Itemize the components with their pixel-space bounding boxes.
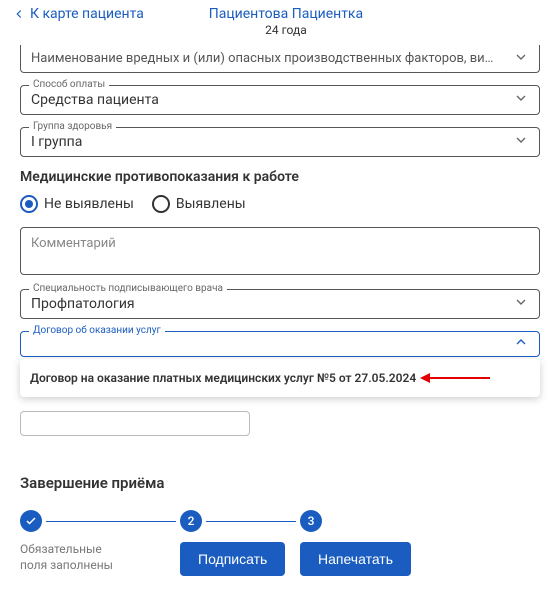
step-3-circle: 3 bbox=[300, 510, 322, 532]
sign-button[interactable]: Подписать bbox=[180, 542, 285, 576]
patient-name: Пациентова Пациентка bbox=[144, 6, 428, 22]
step-done-icon bbox=[20, 510, 42, 532]
comment-placeholder: Комментарий bbox=[31, 236, 116, 251]
contraindications-radio-group: Не выявлены Выявлены bbox=[20, 195, 540, 213]
health-group-value: I группа bbox=[31, 134, 529, 150]
health-group-select[interactable]: Группа здоровья I группа bbox=[20, 127, 540, 157]
contract-label: Договор об оказании услуг bbox=[29, 325, 165, 336]
patient-age: 24 года bbox=[144, 23, 428, 37]
health-group-label: Группа здоровья bbox=[29, 121, 116, 132]
radio-found[interactable]: Выявлены bbox=[152, 195, 246, 213]
chevron-down-icon bbox=[513, 49, 529, 69]
step-1: Обязательные поля заполнены bbox=[20, 510, 180, 573]
step-3: 3 Напечатать bbox=[300, 510, 411, 576]
contract-select-header[interactable]: Договор об оказании услуг bbox=[20, 331, 540, 357]
radio-unchecked-icon bbox=[152, 195, 170, 213]
back-to-patient-link[interactable]: К карте пациента bbox=[12, 6, 144, 22]
print-button[interactable]: Напечатать bbox=[300, 542, 411, 576]
steps-row: Обязательные поля заполнены 2 Подписать … bbox=[20, 510, 540, 576]
radio-found-label: Выявлены bbox=[176, 196, 246, 212]
payment-method-select[interactable]: Способ оплаты Средства пациента bbox=[20, 85, 540, 115]
patient-info: Пациентова Пациентка 24 года bbox=[144, 6, 428, 37]
chevron-down-icon bbox=[513, 294, 529, 314]
specialty-label: Специальность подписывающего врача bbox=[29, 283, 227, 294]
specialty-value: Профпатология bbox=[31, 296, 529, 312]
step-connector bbox=[206, 521, 296, 522]
harmful-factors-value: Наименование вредных и (или) опасных про… bbox=[31, 51, 501, 66]
step-2: 2 Подписать bbox=[180, 510, 300, 576]
contract-dropdown-list: Договор на оказание платных медицинских … bbox=[20, 359, 540, 397]
completion-section: Завершение приёма Обязательные поля запо… bbox=[20, 460, 540, 590]
back-label: К карте пациента bbox=[30, 6, 144, 22]
chevron-down-icon bbox=[513, 132, 529, 152]
radio-checked-icon bbox=[20, 195, 38, 213]
page-header: К карте пациента Пациентова Пациентка 24… bbox=[0, 0, 560, 45]
radio-not-found[interactable]: Не выявлены bbox=[20, 195, 134, 213]
radio-not-found-label: Не выявлены bbox=[44, 196, 134, 212]
comment-textarea[interactable]: Комментарий bbox=[20, 227, 540, 275]
doctor-specialty-select[interactable]: Специальность подписывающего врача Профп… bbox=[20, 289, 540, 319]
step-1-text: Обязательные поля заполнены bbox=[20, 542, 130, 573]
step-connector bbox=[46, 521, 176, 522]
chevron-up-icon bbox=[513, 334, 529, 354]
payment-label: Способ оплаты bbox=[29, 79, 109, 90]
obscured-field[interactable] bbox=[20, 411, 250, 436]
step-2-circle: 2 bbox=[180, 510, 202, 532]
harmful-factors-field[interactable]: Наименование вредных и (или) опасных про… bbox=[20, 45, 540, 73]
completion-title: Завершение приёма bbox=[20, 474, 540, 492]
payment-value: Средства пациента bbox=[31, 92, 529, 108]
contract-select[interactable]: Договор об оказании услуг Договор на ока… bbox=[20, 331, 540, 397]
chevron-down-icon bbox=[513, 90, 529, 110]
chevron-left-icon bbox=[12, 7, 26, 21]
arrow-annotation bbox=[420, 373, 490, 383]
contraindications-title: Медицинские противопоказания к работе bbox=[20, 169, 540, 185]
